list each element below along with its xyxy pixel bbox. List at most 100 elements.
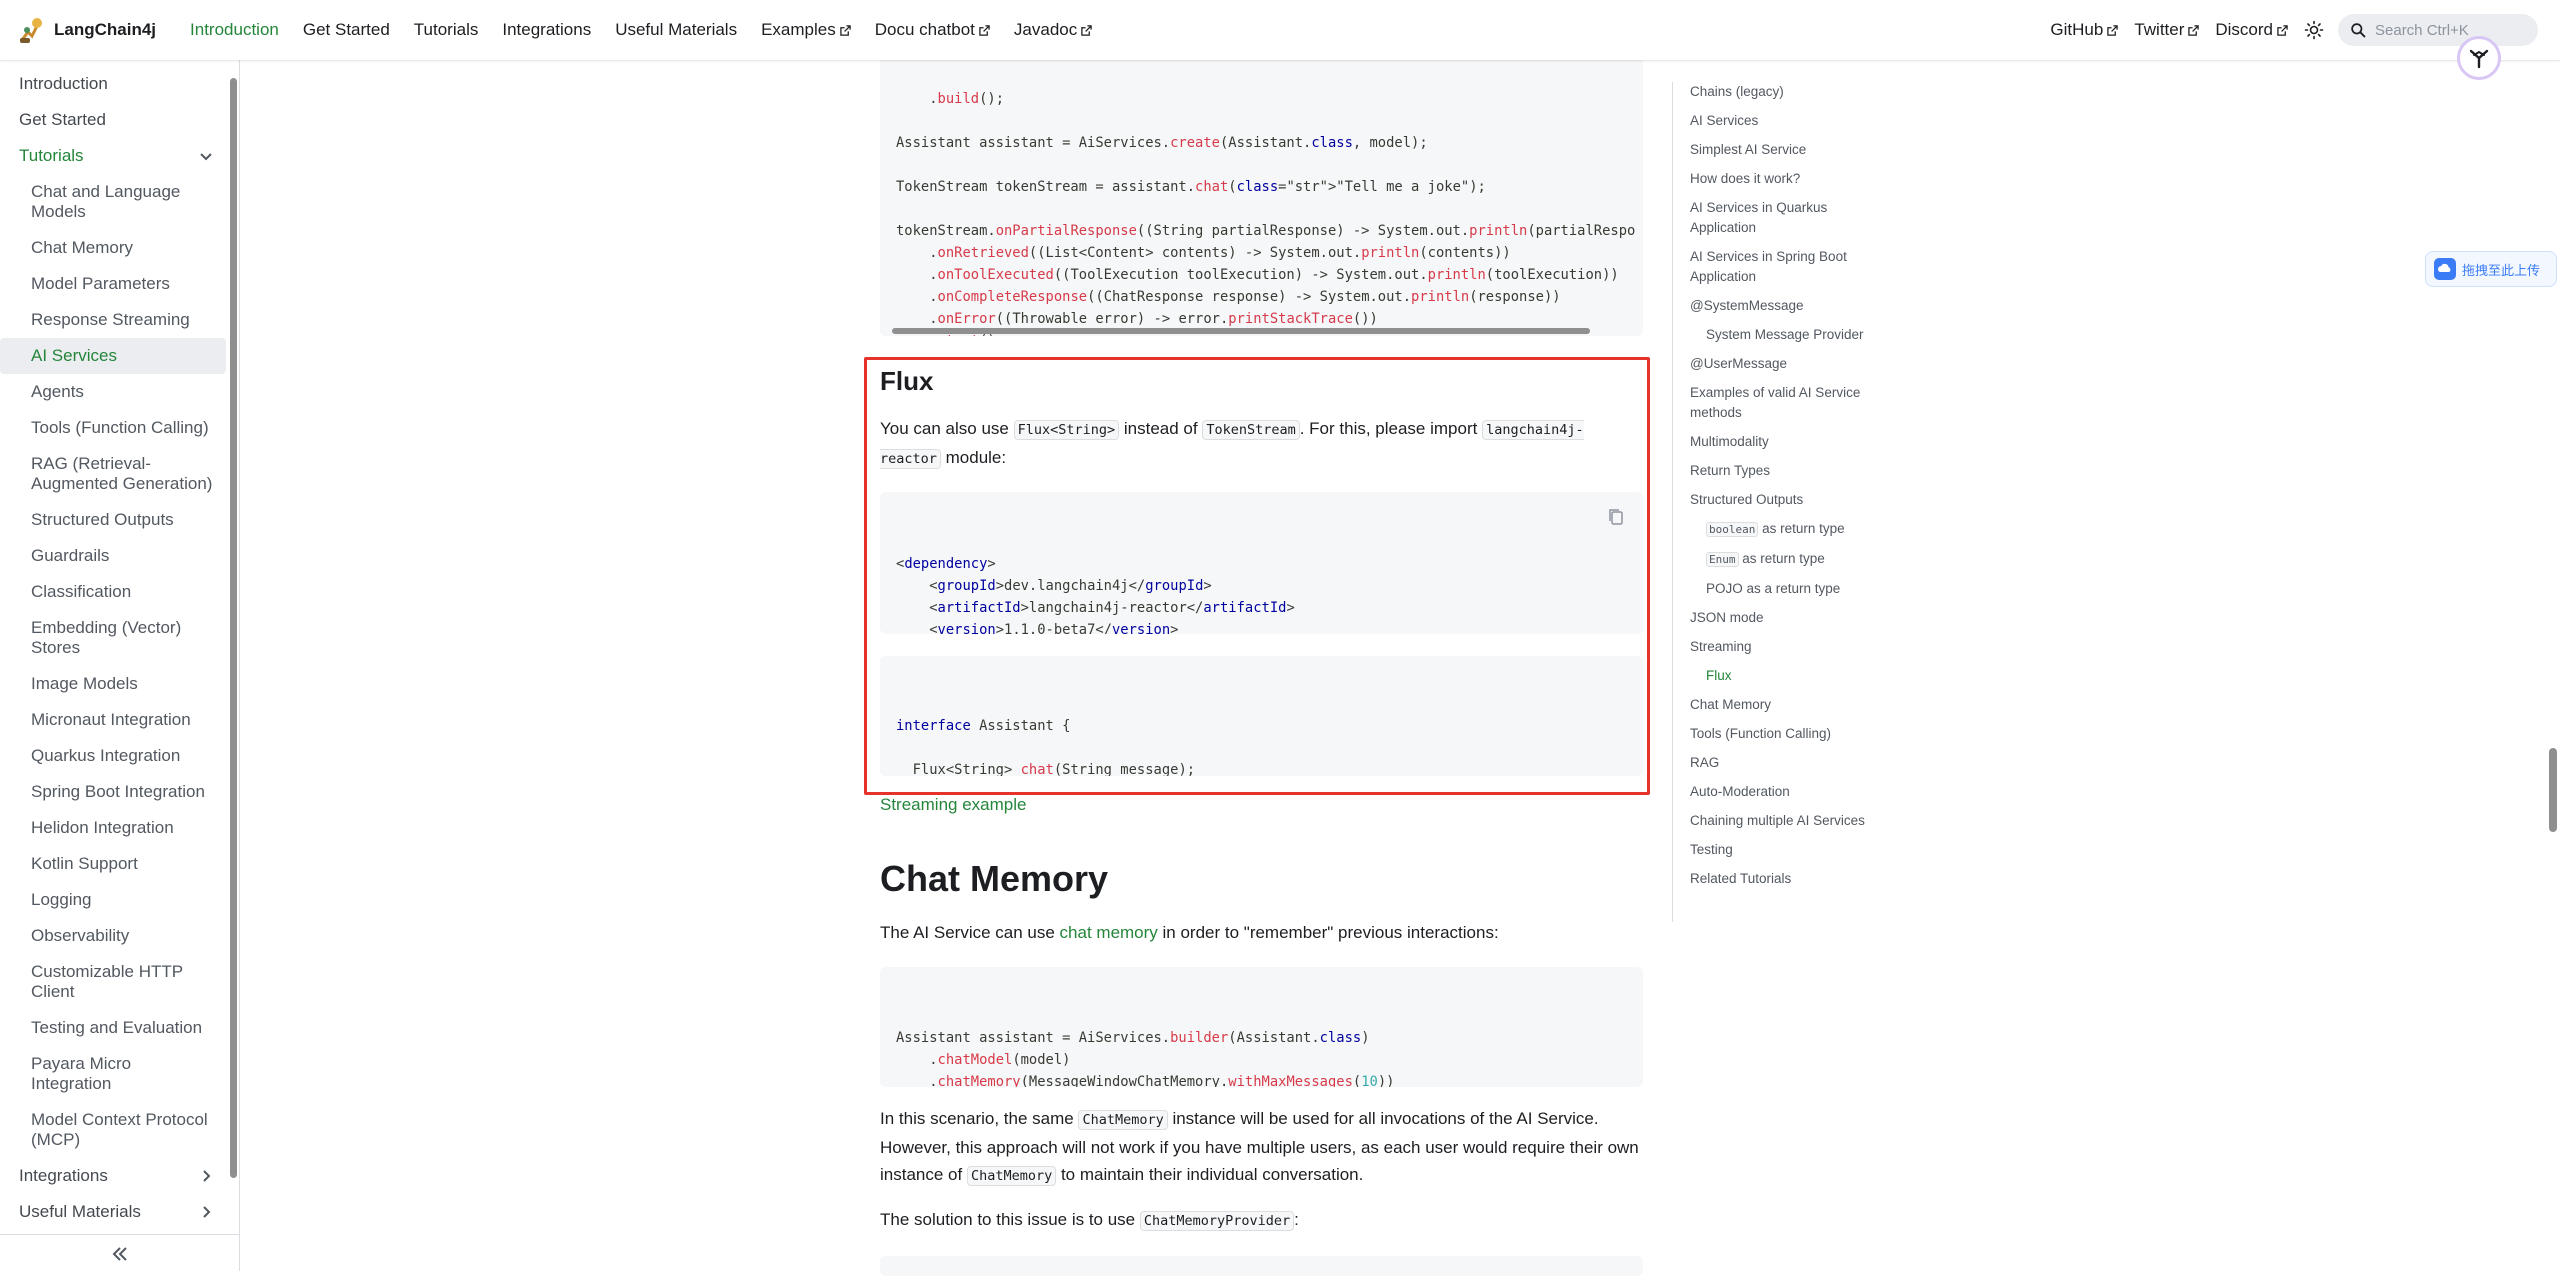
sidebar-item-chat-and-language-models[interactable]: Chat and Language Models — [0, 174, 226, 230]
nav-link-examples[interactable]: Examples — [761, 20, 851, 40]
sidebar-item-quarkus-integration[interactable]: Quarkus Integration — [0, 738, 226, 774]
sidebar-item-embedding-vector-stores[interactable]: Embedding (Vector) Stores — [0, 610, 226, 666]
sidebar-item-model-parameters[interactable]: Model Parameters — [0, 266, 226, 302]
toc-item-testing[interactable]: Testing — [1690, 840, 1882, 860]
chat-memory-text-2: in order to "remember" previous interact… — [1157, 923, 1499, 942]
toc-item-flux[interactable]: Flux — [1690, 666, 1882, 686]
sidebar-item-get-started[interactable]: Get Started — [0, 102, 226, 138]
toc-item-related-tutorials[interactable]: Related Tutorials — [1690, 869, 1882, 889]
chevron-down-icon[interactable] — [198, 148, 214, 164]
sun-icon[interactable] — [2304, 20, 2324, 40]
flux-text-4: module: — [940, 448, 1007, 467]
sidebar-item-image-models[interactable]: Image Models — [0, 666, 226, 702]
brand[interactable]: LangChain4j — [18, 16, 156, 44]
upload-drop-button[interactable]: 拖拽至此上传 — [2425, 251, 2557, 287]
nav-link-label: Introduction — [190, 20, 279, 39]
sidebar-scrollbar-thumb[interactable] — [230, 78, 237, 1178]
streaming-example-link[interactable]: Streaming example — [880, 795, 1026, 815]
sidebar-item-rag-retrieval-augmented-generation[interactable]: RAG (Retrieval-Augmented Generation) — [0, 446, 226, 502]
toc-item-rag[interactable]: RAG — [1690, 753, 1882, 773]
toc-item-chat-memory[interactable]: Chat Memory — [1690, 695, 1882, 715]
code-block-interface: interface Assistant { Flux<String> chat(… — [880, 656, 1643, 776]
toc-item--systemmessage[interactable]: @SystemMessage — [1690, 296, 1882, 316]
toc-item-as-return-type[interactable]: Enum as return type — [1690, 549, 1882, 570]
toc-item-label: Structured Outputs — [1690, 492, 1804, 507]
code-block-dependency: <dependency> <groupId>dev.langchain4j</g… — [880, 492, 1643, 634]
toc-item-auto-moderation[interactable]: Auto-Moderation — [1690, 782, 1882, 802]
nav-link-discord[interactable]: Discord — [2215, 20, 2288, 40]
nav-link-docu-chatbot[interactable]: Docu chatbot — [875, 20, 990, 40]
sidebar-item-observability[interactable]: Observability — [0, 918, 226, 954]
sidebar-item-helidon-integration[interactable]: Helidon Integration — [0, 810, 226, 846]
sidebar-item-chat-memory[interactable]: Chat Memory — [0, 230, 226, 266]
nav-link-label: Tutorials — [413, 20, 479, 39]
external-link-icon — [2107, 24, 2119, 36]
code-line: <version>1.1.0-beta7</version> — [896, 622, 1179, 634]
sidebar-item-logging[interactable]: Logging — [0, 882, 226, 918]
sidebar-item-customizable-http-client[interactable]: Customizable HTTP Client — [0, 954, 226, 1010]
toc-item-pojo-as-a-return-type[interactable]: POJO as a return type — [1690, 579, 1882, 599]
sidebar-item-spring-boot-integration[interactable]: Spring Boot Integration — [0, 774, 226, 810]
toc-item-ai-services-in-spring-boot-application[interactable]: AI Services in Spring Boot Application — [1690, 247, 1882, 287]
sidebar-item-model-context-protocol-mcp[interactable]: Model Context Protocol (MCP) — [0, 1102, 226, 1158]
toc-item-system-message-provider[interactable]: System Message Provider — [1690, 325, 1882, 345]
toc-item-how-does-it-work[interactable]: How does it work? — [1690, 169, 1882, 189]
sidebar-item-agents[interactable]: Agents — [0, 374, 226, 410]
sidebar-scrollbar[interactable] — [229, 68, 238, 1196]
chat-memory-link[interactable]: chat memory — [1060, 923, 1158, 942]
assistant-avatar-button[interactable] — [2457, 36, 2501, 80]
toc-item-label: Tools (Function Calling) — [1690, 726, 1832, 741]
sidebar-item-label: Chat Memory — [31, 238, 134, 257]
search-button[interactable]: Search Ctrl+K — [2338, 14, 2538, 46]
toc-item--usermessage[interactable]: @UserMessage — [1690, 354, 1882, 374]
sidebar-item-label: Tutorials — [19, 146, 84, 165]
toc-item-chains-legacy[interactable]: Chains (legacy) — [1690, 82, 1882, 102]
toc-item-ai-services[interactable]: AI Services — [1690, 111, 1882, 131]
sidebar-item-tutorials[interactable]: Tutorials — [0, 138, 226, 174]
page-scrollbar[interactable] — [2546, 60, 2560, 1271]
nav-link-twitter[interactable]: Twitter — [2134, 20, 2200, 40]
scenario-text-3: to maintain their individual conversatio… — [1056, 1165, 1364, 1184]
sidebar-item-tools-function-calling[interactable]: Tools (Function Calling) — [0, 410, 226, 446]
toc-item-label: Examples of valid AI Service methods — [1690, 385, 1861, 420]
toc-item-examples-of-valid-ai-service-methods[interactable]: Examples of valid AI Service methods — [1690, 383, 1882, 423]
sidebar-item-response-streaming[interactable]: Response Streaming — [0, 302, 226, 338]
sidebar-item-classification[interactable]: Classification — [0, 574, 226, 610]
code-scrollbar-thumb[interactable] — [892, 328, 1590, 334]
toc-item-as-return-type[interactable]: boolean as return type — [1690, 519, 1882, 540]
sidebar-item-kotlin-support[interactable]: Kotlin Support — [0, 846, 226, 882]
nav-link-introduction[interactable]: Introduction — [190, 20, 279, 40]
sidebar-item-label: Model Context Protocol (MCP) — [31, 1110, 208, 1149]
toc-item-return-types[interactable]: Return Types — [1690, 461, 1882, 481]
toc-item-chaining-multiple-ai-services[interactable]: Chaining multiple AI Services — [1690, 811, 1882, 831]
code-horizontal-scrollbar[interactable] — [880, 324, 1643, 336]
nav-link-github[interactable]: GitHub — [2050, 20, 2119, 40]
sidebar-item-useful-materials[interactable]: Useful Materials — [0, 1194, 226, 1230]
sidebar-item-micronaut-integration[interactable]: Micronaut Integration — [0, 702, 226, 738]
nav-link-javadoc[interactable]: Javadoc — [1014, 20, 1092, 40]
collapse-sidebar-button[interactable] — [0, 1234, 239, 1272]
nav-link-tutorials[interactable]: Tutorials — [414, 20, 479, 40]
chevron-right-icon[interactable] — [198, 1168, 214, 1184]
toc-item-multimodality[interactable]: Multimodality — [1690, 432, 1882, 452]
sidebar-item-integrations[interactable]: Integrations — [0, 1158, 226, 1194]
chevron-right-icon[interactable] — [198, 1204, 214, 1220]
toc-item-json-mode[interactable]: JSON mode — [1690, 608, 1882, 628]
toc-item-structured-outputs[interactable]: Structured Outputs — [1690, 490, 1882, 510]
nav-link-useful-materials[interactable]: Useful Materials — [615, 20, 737, 40]
sidebar-item-testing-and-evaluation[interactable]: Testing and Evaluation — [0, 1010, 226, 1046]
sidebar-item-introduction[interactable]: Introduction — [0, 66, 226, 102]
toc-item-ai-services-in-quarkus-application[interactable]: AI Services in Quarkus Application — [1690, 198, 1882, 238]
toc-item-streaming[interactable]: Streaming — [1690, 637, 1882, 657]
nav-link-get-started[interactable]: Get Started — [303, 20, 390, 40]
sidebar-item-guardrails[interactable]: Guardrails — [0, 538, 226, 574]
page-scrollbar-thumb[interactable] — [2549, 748, 2557, 832]
toc-item-simplest-ai-service[interactable]: Simplest AI Service — [1690, 140, 1882, 160]
sidebar-item-payara-micro-integration[interactable]: Payara Micro Integration — [0, 1046, 226, 1102]
nav-link-integrations[interactable]: Integrations — [502, 20, 591, 40]
sidebar-item-ai-services[interactable]: AI Services — [0, 338, 226, 374]
toc-item-tools-function-calling[interactable]: Tools (Function Calling) — [1690, 724, 1882, 744]
copy-code-button[interactable] — [1605, 506, 1627, 528]
sidebar-item-structured-outputs[interactable]: Structured Outputs — [0, 502, 226, 538]
